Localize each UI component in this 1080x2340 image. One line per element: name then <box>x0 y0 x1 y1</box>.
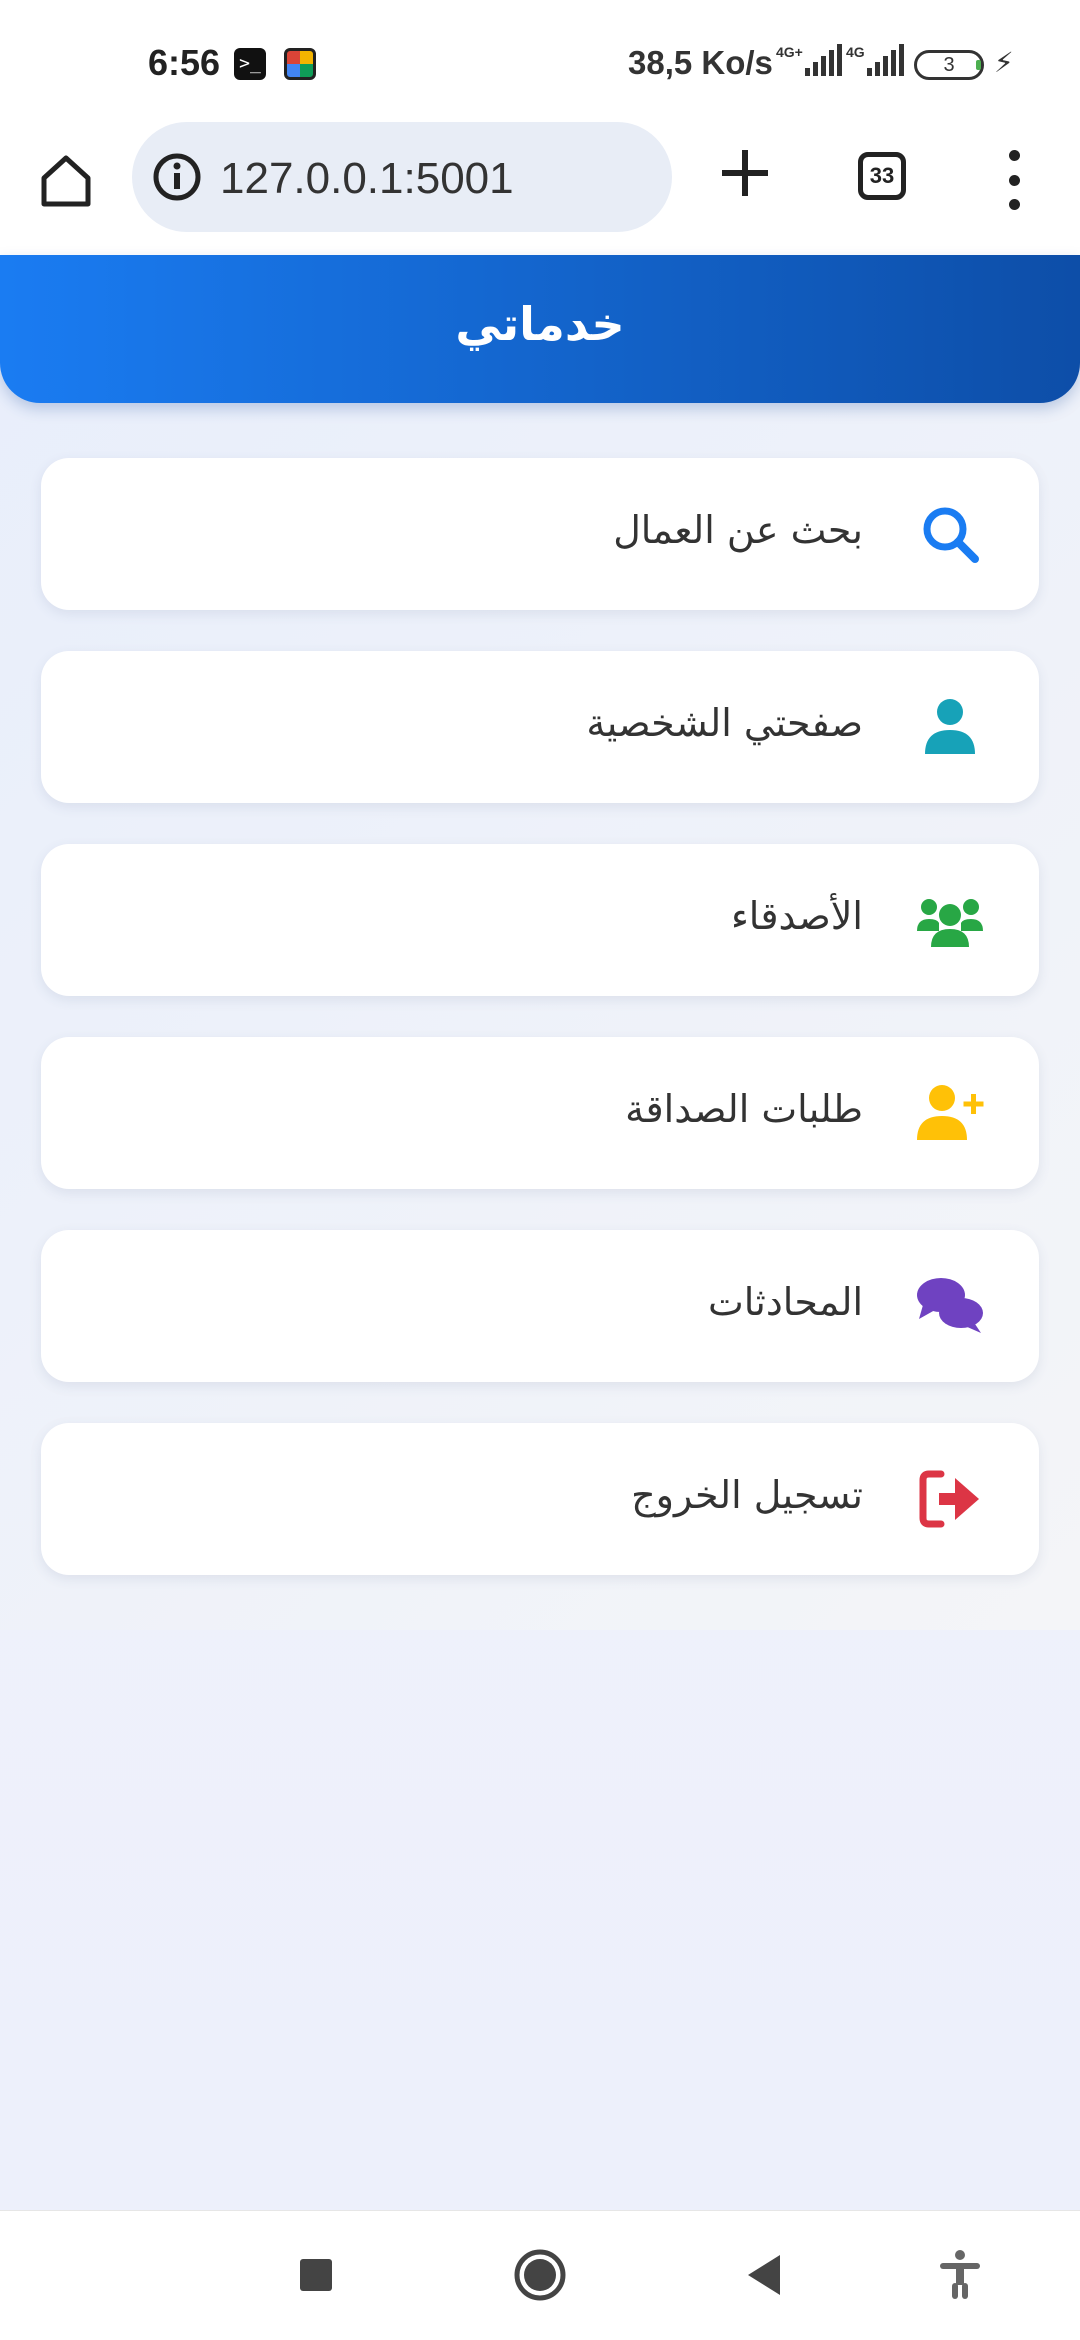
comments-icon <box>917 1278 983 1333</box>
charging-icon: ⚡ <box>994 46 1014 79</box>
menu-item-my-profile[interactable]: صفحتي الشخصية <box>41 651 1039 803</box>
menu-item-friends[interactable]: الأصدقاء <box>41 844 1039 996</box>
signal-4g-icon: 4G <box>846 44 904 76</box>
app-notification-icon <box>284 48 316 80</box>
sign-out-icon <box>919 1470 979 1528</box>
info-icon[interactable] <box>152 152 202 202</box>
content-area: خدماتي بحث عن العمال صفحتي الشخصية الأصد… <box>0 255 1080 1630</box>
browser-toolbar: 127.0.0.1:5001 33 <box>0 120 1080 255</box>
menu-item-logout[interactable]: تسجيل الخروج <box>41 1423 1039 1575</box>
accessibility-icon[interactable] <box>930 2245 990 2305</box>
users-icon <box>917 899 983 947</box>
user-plus-icon <box>917 1085 984 1140</box>
page-title: خدماتي <box>455 297 625 351</box>
menu-item-search-workers[interactable]: بحث عن العمال <box>41 458 1039 610</box>
battery-cap <box>976 60 981 70</box>
user-icon <box>925 699 975 754</box>
system-nav-bar <box>0 2210 1080 2340</box>
menu-item-label: طلبات الصداقة <box>625 1087 863 1131</box>
menu-item-label: الأصدقاء <box>730 894 863 938</box>
url-bar[interactable]: 127.0.0.1:5001 <box>132 122 672 232</box>
menu-item-friend-requests[interactable]: طلبات الصداقة <box>41 1037 1039 1189</box>
back-nav-icon[interactable] <box>734 2245 794 2305</box>
url-text[interactable]: 127.0.0.1:5001 <box>220 154 514 204</box>
battery-icon: 3 <box>914 50 984 80</box>
more-menu-icon[interactable] <box>1004 150 1024 210</box>
menu-item-conversations[interactable]: المحادثات <box>41 1230 1039 1382</box>
status-time: 6:56 <box>148 42 221 83</box>
menu-item-label: تسجيل الخروج <box>631 1473 863 1517</box>
signal-4g-plus-icon: 4G+ <box>776 44 842 76</box>
services-menu: بحث عن العمال صفحتي الشخصية الأصدقاء طلب… <box>41 458 1039 1616</box>
menu-item-label: صفحتي الشخصية <box>586 701 863 745</box>
menu-item-label: بحث عن العمال <box>613 508 863 552</box>
home-icon[interactable] <box>36 150 96 210</box>
home-nav-icon[interactable] <box>510 2245 570 2305</box>
recent-apps-icon[interactable] <box>286 2245 346 2305</box>
network-type-label: 4G+ <box>776 44 803 60</box>
new-tab-icon[interactable] <box>716 144 774 202</box>
menu-item-label: المحادثات <box>707 1280 863 1324</box>
network-speed: 38,5 Ko/s <box>628 44 773 81</box>
search-icon <box>923 507 979 563</box>
page-content: خدماتي بحث عن العمال صفحتي الشخصية الأصد… <box>0 255 1080 2210</box>
terminal-notification-icon: >_ <box>234 48 266 80</box>
status-bar: 6:56 >_ 38,5 Ko/s 4G+ 4G 3 ⚡ <box>0 0 1080 120</box>
tab-count-button[interactable]: 33 <box>858 152 906 200</box>
network-type-label: 4G <box>846 44 865 60</box>
app-header: خدماتي <box>0 255 1080 403</box>
